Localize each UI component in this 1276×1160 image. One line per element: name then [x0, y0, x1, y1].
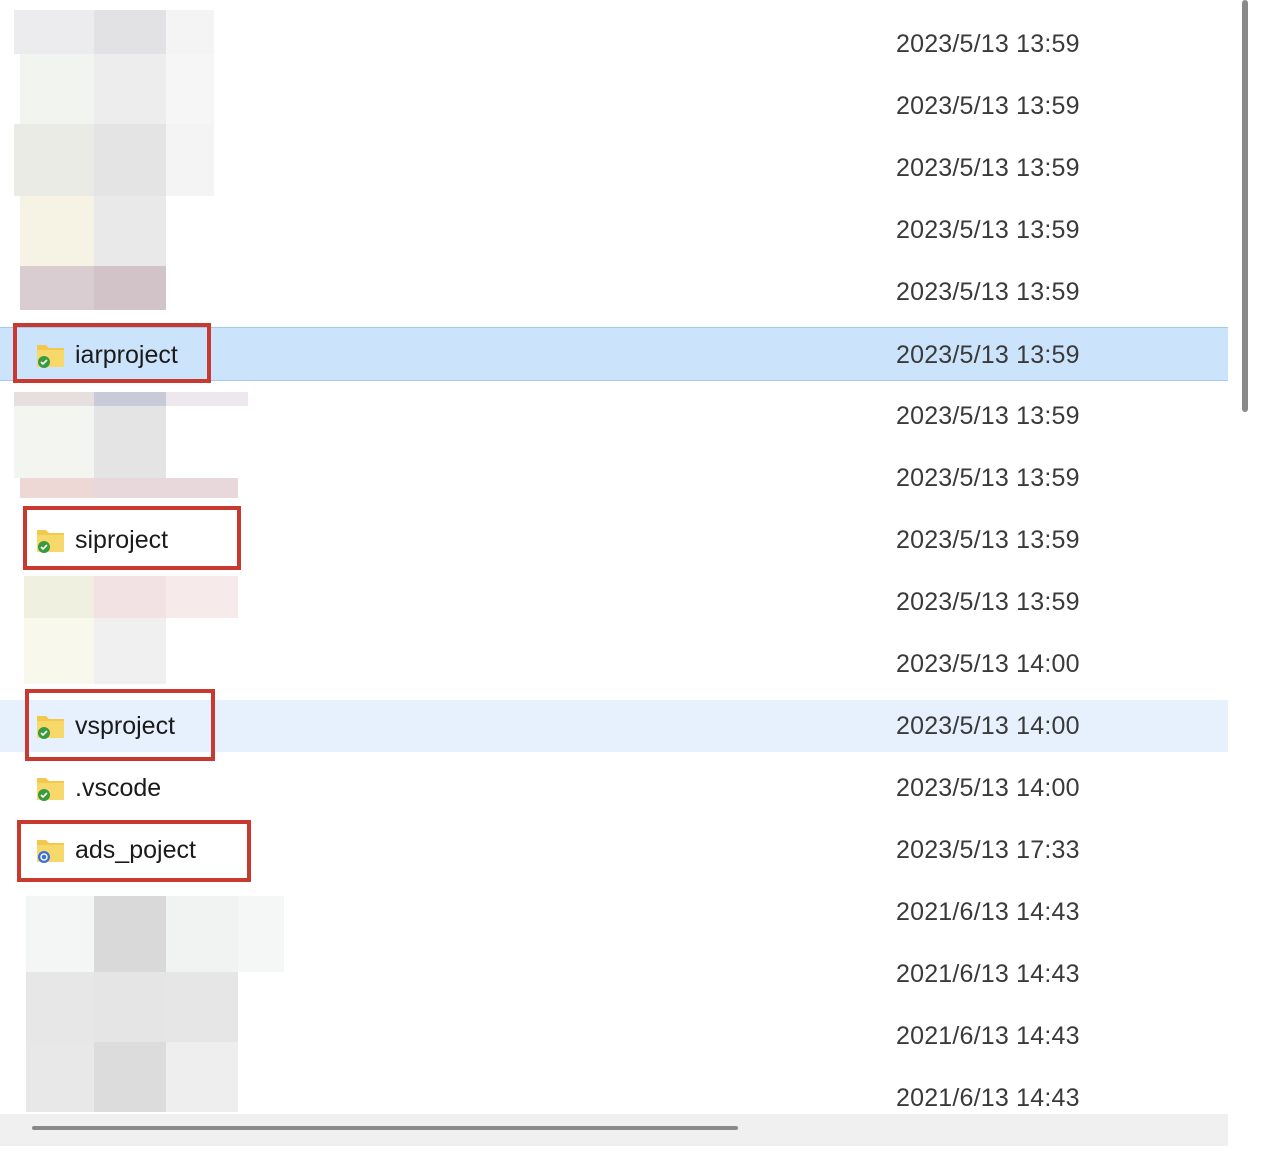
file-name: .vscode	[75, 774, 162, 802]
highlight-box-ads-poject	[17, 820, 251, 882]
folder-sync-ok-icon	[37, 778, 64, 801]
date-modified: 2023/5/13 13:59	[896, 464, 1080, 492]
horizontal-scrollbar-thumb[interactable]	[32, 1126, 738, 1130]
highlight-box-iarproject	[13, 323, 211, 383]
date-modified: 2023/5/13 13:59	[896, 588, 1080, 616]
highlight-box-vsproject	[25, 689, 215, 761]
date-modified: 2023/5/13 13:59	[896, 402, 1080, 430]
file-row[interactable]: 2023/5/13 13:59	[0, 199, 1228, 261]
highlight-box-siproject	[23, 506, 241, 570]
file-row-vscode[interactable]: .vscode 2023/5/13 14:00	[0, 757, 1228, 819]
file-list: 2023/5/13 13:59 2023/5/13 13:59 2023/5/1…	[0, 0, 1230, 1114]
vertical-scrollbar-thumb[interactable]	[1242, 0, 1248, 412]
date-modified: 2023/5/13 13:59	[896, 278, 1080, 306]
date-modified: 2021/6/13 14:43	[896, 960, 1080, 988]
date-modified: 2023/5/13 14:00	[896, 650, 1080, 678]
date-modified: 2023/5/13 14:00	[896, 774, 1080, 802]
date-modified: 2023/5/13 13:59	[896, 341, 1080, 369]
date-modified: 2023/5/13 13:59	[896, 30, 1080, 58]
file-row[interactable]: 2023/5/13 13:59	[0, 261, 1228, 323]
date-modified: 2021/6/13 14:43	[896, 1084, 1080, 1112]
vertical-scrollbar[interactable]	[1230, 0, 1276, 1114]
date-modified: 2021/6/13 14:43	[896, 1022, 1080, 1050]
horizontal-scrollbar[interactable]	[0, 1114, 1228, 1146]
date-modified: 2021/6/13 14:43	[896, 898, 1080, 926]
date-modified: 2023/5/13 14:00	[896, 712, 1080, 740]
date-modified: 2023/5/13 13:59	[896, 92, 1080, 120]
date-modified: 2023/5/13 13:59	[896, 216, 1080, 244]
date-modified: 2023/5/13 13:59	[896, 154, 1080, 182]
file-row[interactable]: 2023/5/13 14:00	[0, 633, 1228, 695]
date-modified: 2023/5/13 13:59	[896, 526, 1080, 554]
date-modified: 2023/5/13 17:33	[896, 836, 1080, 864]
